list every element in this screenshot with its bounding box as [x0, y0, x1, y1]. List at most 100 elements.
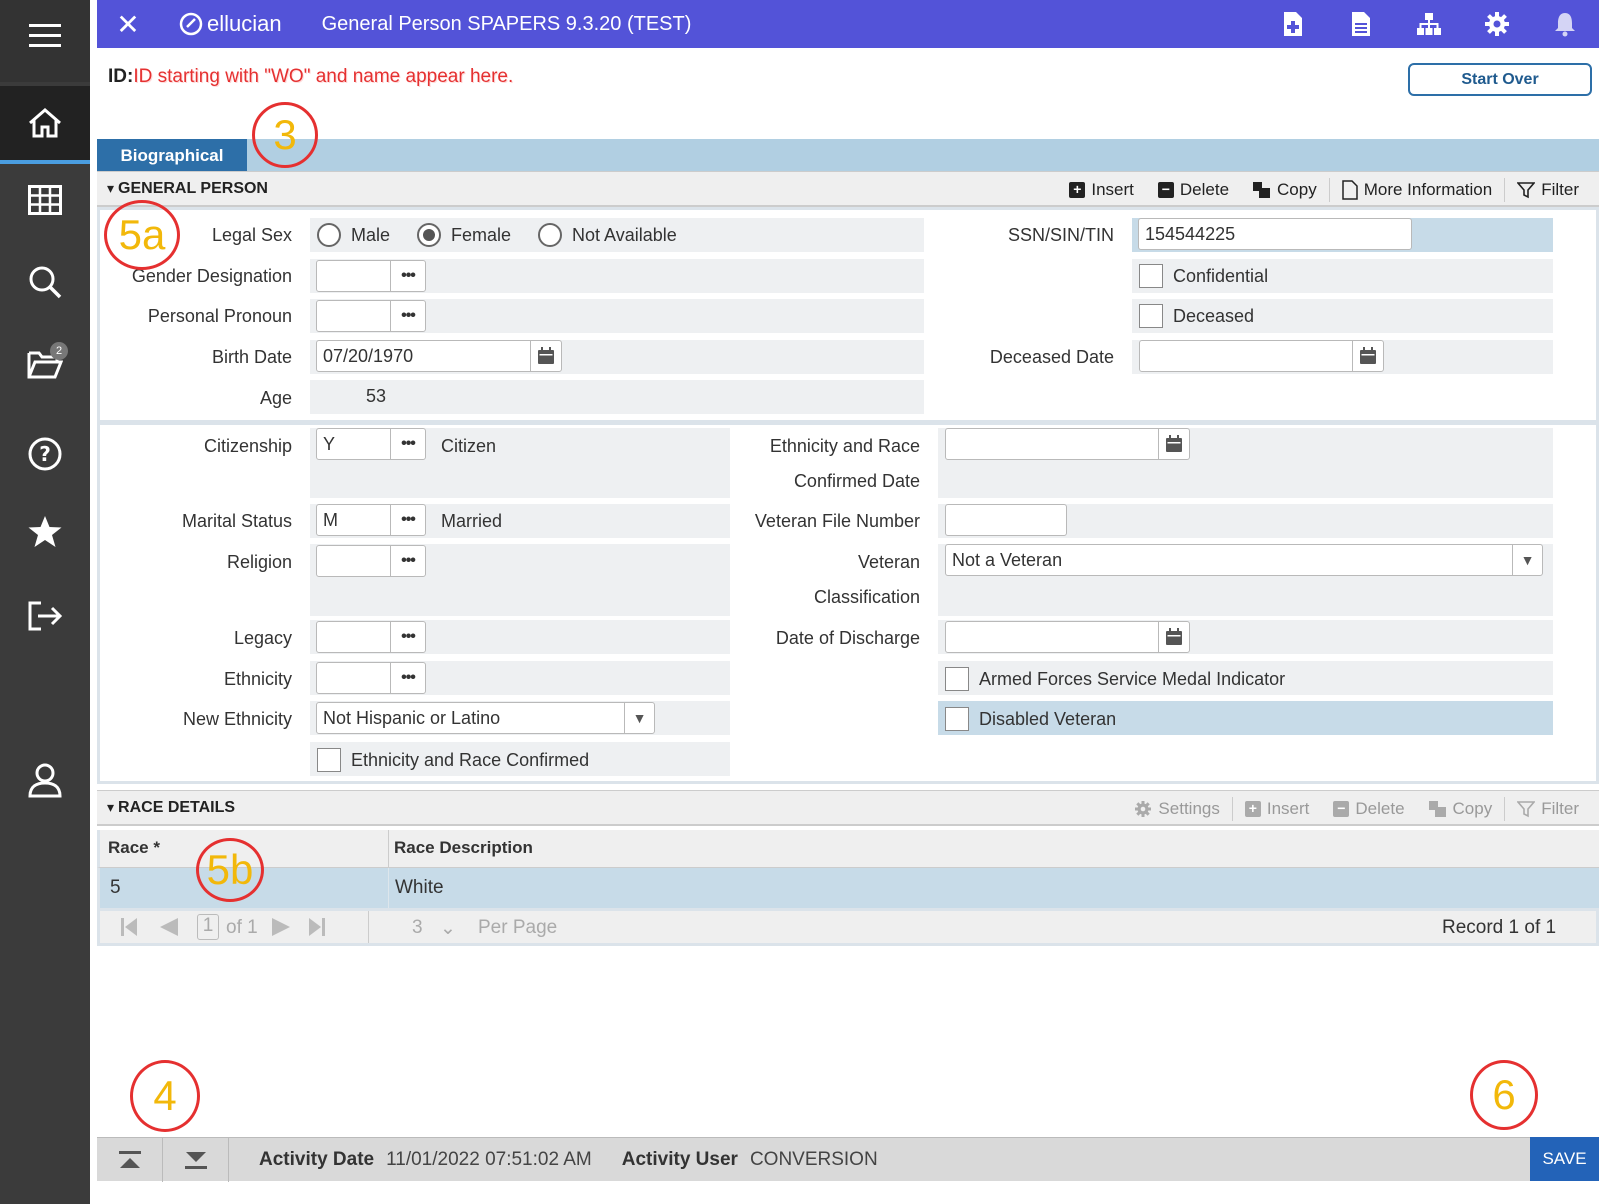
copy-button[interactable]: Copy [1241, 180, 1329, 200]
hierarchy-icon[interactable] [1395, 12, 1463, 36]
previous-page-icon[interactable] [158, 915, 180, 945]
chevron-down-icon[interactable]: ▼ [624, 702, 654, 734]
section-title[interactable]: GENERAL PERSON [107, 180, 268, 198]
left-rail: 2 ? [0, 0, 90, 1204]
table-row[interactable]: 5 White [97, 868, 1599, 908]
radio-male-label: Male [351, 225, 391, 245]
document-icon[interactable] [1327, 11, 1395, 37]
folder-icon[interactable]: 2 [0, 334, 90, 394]
ethnicity-lookup-button[interactable]: ••• [390, 662, 426, 694]
deceased-checkbox[interactable] [1139, 304, 1163, 328]
eth-race-date-calendar-button[interactable] [1158, 428, 1190, 460]
eth-race-confirmed-checkbox[interactable] [317, 748, 341, 772]
personal-pronoun-lookup-button[interactable]: ••• [390, 300, 426, 332]
personal-pronoun-input[interactable] [316, 300, 392, 332]
deceased-date-calendar-button[interactable] [1352, 340, 1384, 372]
user-icon[interactable] [0, 750, 90, 810]
section-actions: + Insert − Delete Copy More Information Fi… [1057, 172, 1591, 208]
race-filter-button[interactable]: Filter [1505, 799, 1591, 819]
copy-icon [1428, 801, 1446, 817]
next-page-icon[interactable] [270, 915, 292, 945]
help-icon[interactable]: ? [0, 424, 90, 484]
calendar-icon [538, 347, 554, 364]
tab-biographical[interactable]: Biographical [97, 139, 247, 180]
id-note: ID starting with "WO" and name appear he… [133, 66, 514, 87]
legacy-lookup-button[interactable]: ••• [390, 621, 426, 653]
menu-icon[interactable] [0, 6, 90, 66]
ssn-input[interactable]: 154544225 [1138, 218, 1412, 250]
gender-designation-lookup-button[interactable]: ••• [390, 260, 426, 292]
grid-icon[interactable] [0, 170, 90, 230]
religion-lookup-button[interactable]: ••• [390, 545, 426, 577]
discharge-date-calendar-button[interactable] [1158, 621, 1190, 653]
document-outline-icon [1341, 180, 1358, 200]
delete-button[interactable]: − Delete [1146, 180, 1241, 200]
legacy-input[interactable] [316, 621, 392, 653]
radio-not-available[interactable] [538, 223, 562, 247]
race-copy-button[interactable]: Copy [1417, 799, 1505, 819]
race-delete-button[interactable]: − Delete [1321, 799, 1416, 819]
race-code-cell[interactable]: 5 [110, 877, 121, 899]
insert-button[interactable]: + Insert [1057, 180, 1146, 200]
radio-female[interactable] [417, 223, 441, 247]
citizenship-lookup-button[interactable]: ••• [390, 428, 426, 460]
chevron-down-icon[interactable]: ▼ [1512, 544, 1542, 576]
eth-race-confirmed-label: Ethnicity and Race Confirmed [351, 750, 590, 770]
ethnicity-input[interactable] [316, 662, 392, 694]
race-details-title[interactable]: RACE DETAILS [107, 799, 235, 817]
star-icon[interactable] [0, 502, 90, 562]
per-page-select[interactable]: 3 [412, 917, 423, 939]
save-button[interactable]: SAVE [1530, 1137, 1599, 1181]
filter-button[interactable]: Filter [1505, 180, 1591, 200]
settings-button[interactable]: Settings [1122, 799, 1231, 819]
race-insert-button[interactable]: + Insert [1233, 799, 1322, 819]
veteran-file-label: Veteran File Number [754, 511, 920, 531]
more-information-button[interactable]: More Information [1330, 180, 1505, 200]
birth-date-calendar-button[interactable] [530, 340, 562, 372]
column-race-description[interactable]: Race Description [394, 838, 533, 858]
new-ethnicity-select[interactable]: Not Hispanic or Latino [316, 702, 655, 734]
radio-male[interactable] [317, 223, 341, 247]
next-block-button[interactable] [163, 1137, 229, 1182]
birth-date-input[interactable]: 07/20/1970 [316, 340, 532, 372]
eth-race-date-input[interactable] [945, 428, 1161, 460]
gender-designation-input[interactable] [316, 260, 392, 292]
copy-icon [1253, 182, 1271, 198]
confidential-checkbox[interactable] [1139, 264, 1163, 288]
annotation-4: 4 [130, 1060, 200, 1132]
marital-status-lookup-button[interactable]: ••• [390, 504, 426, 536]
citizenship-input[interactable]: Y [316, 428, 392, 460]
chevron-down-icon[interactable]: ⌄ [440, 917, 456, 940]
first-page-icon[interactable] [120, 915, 138, 945]
per-page-label: Per Page [478, 917, 558, 938]
minus-icon: − [1333, 801, 1350, 817]
deceased-date-input[interactable] [1139, 340, 1355, 372]
armed-forces-checkbox[interactable] [945, 667, 969, 691]
discharge-label: Date of Discharge [775, 628, 920, 648]
page-input[interactable]: 1 [197, 914, 219, 940]
new-document-icon[interactable] [1259, 11, 1327, 37]
home-icon[interactable] [0, 86, 90, 164]
bell-icon[interactable] [1531, 11, 1599, 37]
veteran-class-label-2: Classification [813, 587, 920, 607]
deceased-label: Deceased [1173, 306, 1255, 326]
signout-icon[interactable] [0, 586, 90, 646]
last-page-icon[interactable] [308, 915, 326, 945]
plus-icon: + [1244, 801, 1261, 817]
start-over-button[interactable]: Start Over [1408, 63, 1592, 96]
race-description-cell[interactable]: White [395, 877, 444, 899]
column-race[interactable]: Race * [108, 838, 160, 858]
discharge-date-input[interactable] [945, 621, 1161, 653]
veteran-file-input[interactable] [945, 504, 1067, 536]
plus-icon: + [1069, 182, 1086, 198]
marital-status-input[interactable]: M [316, 504, 392, 536]
armed-forces-label: Armed Forces Service Medal Indicator [979, 669, 1286, 689]
search-icon[interactable] [0, 252, 90, 312]
gear-icon[interactable] [1463, 11, 1531, 37]
previous-block-button[interactable] [97, 1137, 163, 1182]
religion-input[interactable] [316, 545, 392, 577]
close-button[interactable]: ✕ [97, 8, 159, 41]
ellucian-logo-icon [179, 12, 203, 36]
disabled-veteran-checkbox[interactable] [945, 707, 969, 731]
veteran-class-select[interactable]: Not a Veteran [945, 544, 1543, 576]
